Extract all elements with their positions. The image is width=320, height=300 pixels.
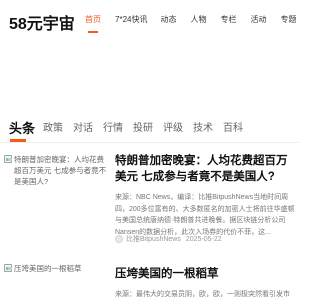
- nav-item-home[interactable]: 首页: [85, 12, 101, 28]
- article-title[interactable]: 压垮美国的一根稻草: [115, 266, 293, 282]
- main-nav: 首页 7*24快讯 动态 人物 专栏 活动 专题: [85, 12, 310, 28]
- nav-item-flash-news[interactable]: 7*24快讯: [115, 12, 147, 28]
- broken-image-icon: [4, 264, 12, 272]
- article-date: 2025-05-22: [185, 235, 222, 243]
- banner-area: [0, 42, 300, 112]
- article-summary: 来源：最伟大的交易员阴，欧，欧，一则极突然看引发市场连锁反应，美: [115, 291, 290, 298]
- tab-policy[interactable]: 政策: [43, 121, 63, 137]
- top-navigation-bar: 58元宇宙 首页 7*24快讯 动态 人物 专栏 活动 专题: [0, 0, 300, 42]
- thumbnail-alt-text: 压垮美国的一根稻草: [14, 264, 82, 273]
- nav-item-topics[interactable]: 专题: [280, 12, 296, 28]
- nav-active-indicator: [88, 31, 98, 33]
- nav-item-events[interactable]: 活动: [250, 12, 266, 28]
- nav-item-updates[interactable]: 动态: [160, 12, 176, 28]
- article-title[interactable]: 特朗普加密晚宴：人均花费超百万美元 七成参与者竟不是美国人?: [115, 153, 293, 185]
- tab-technology[interactable]: 技术: [193, 121, 213, 137]
- avatar[interactable]: [115, 235, 123, 243]
- nav-item-people[interactable]: 人物: [190, 12, 206, 28]
- tab-market[interactable]: 行情: [103, 121, 123, 137]
- broken-image-icon: [4, 155, 12, 163]
- site-logo[interactable]: 58元宇宙: [9, 10, 75, 34]
- list-item[interactable]: 压垮美国的一根稻草 压垮美国的一根稻草 来源：最伟大的交易员阴，欧，欧，一则极突…: [0, 258, 300, 300]
- article-summary: 来源：NBC News，编译：比推BitpushNews当地时间周四，200多位…: [115, 194, 295, 236]
- tab-headlines[interactable]: 头条: [9, 121, 35, 137]
- tab-rating[interactable]: 评级: [163, 121, 183, 137]
- article-thumbnail[interactable]: 压垮美国的一根稻草: [4, 264, 108, 294]
- list-item[interactable]: 特朗普加密晚宴：人均花费超百万美元 七成参与者竟不是美国人? 特朗普加密晚宴：人…: [0, 150, 300, 250]
- tab-research[interactable]: 投研: [133, 121, 153, 137]
- thumbnail-alt-text: 特朗普加密晚宴：人均花费超百万美元 七成参与者竟不是美国人?: [14, 155, 107, 186]
- tab-encyclopedia[interactable]: 百科: [223, 121, 243, 137]
- tab-dialogue[interactable]: 对话: [73, 121, 93, 137]
- tabs-divider: [0, 142, 300, 143]
- nav-item-columns[interactable]: 专栏: [220, 12, 236, 28]
- article-author[interactable]: 比推BitpushNews: [126, 234, 181, 244]
- article-meta: 比推BitpushNews 2025-05-22: [115, 234, 222, 244]
- article-thumbnail[interactable]: 特朗普加密晚宴：人均花费超百万美元 七成参与者竟不是美国人?: [4, 155, 108, 235]
- category-tabs: 头条 政策 对话 行情 投研 评级 技术 百科: [9, 121, 253, 137]
